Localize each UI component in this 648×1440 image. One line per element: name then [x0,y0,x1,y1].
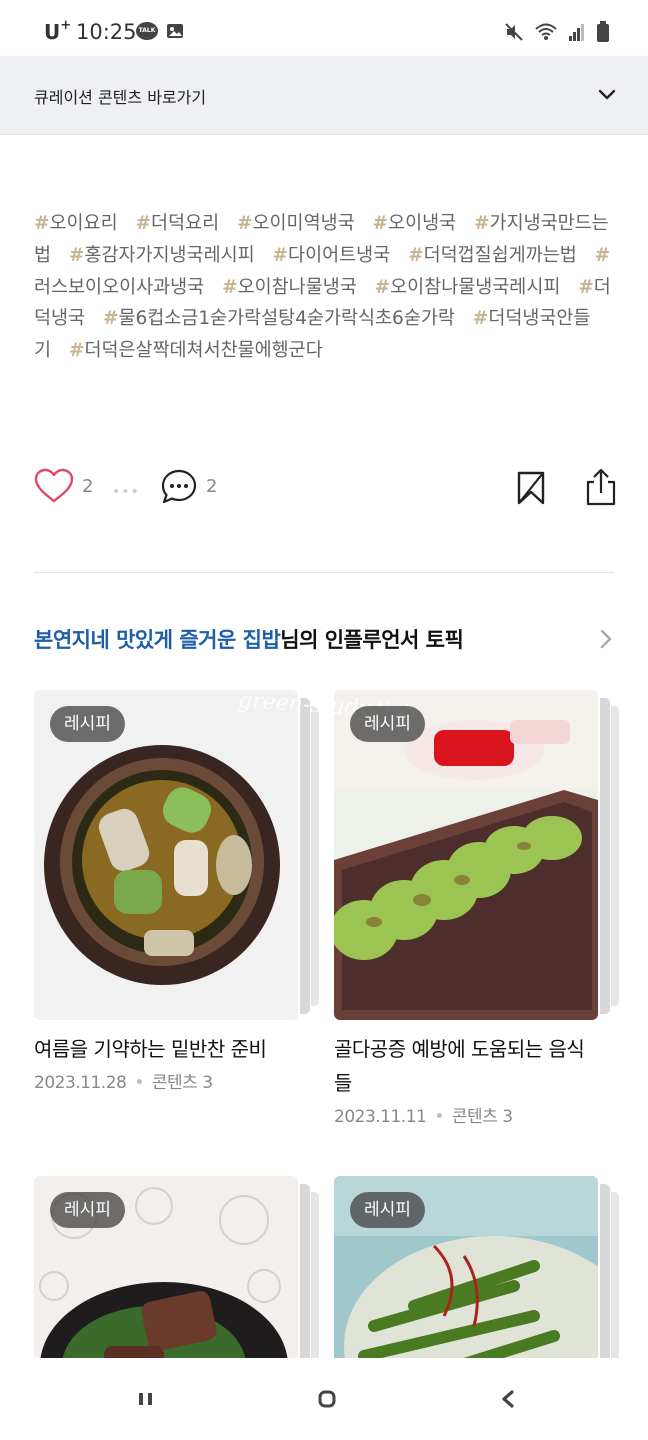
hashtag-label: 오이참나물냉국레시피 [390,276,561,298]
bookmark-icon[interactable] [516,470,546,506]
hash-symbol: # [135,213,152,234]
comment-icon[interactable] [160,468,198,506]
card-meta: 2023.11.28 • 콘텐츠 3 [34,1073,213,1093]
card-stack-layer [311,1192,319,1358]
card-title: 여름을 기약하는 밑반찬 준비 2023.11.28 • 콘텐츠 3 [34,1032,300,1100]
recipe-badge: 레시피 [350,706,425,742]
hashtag-link[interactable]: #물6컵소금1숟가락설탕4숟가락식초6숟가락 [103,308,455,329]
hashtag-link[interactable]: #더덕요리 [136,213,220,234]
hashtag-label: 오이참나물냉국 [237,276,357,298]
hashtag-link[interactable]: #오이냉국 [373,213,457,234]
hash-symbol: # [68,244,85,266]
hash-symbol: # [408,244,424,266]
section-divider [34,572,614,573]
comment-count: 2 [206,476,218,497]
card-date: 2023.11.11 [334,1107,427,1127]
hash-symbol: # [374,276,391,298]
card-stack-layer [311,706,319,1006]
home-icon[interactable] [316,1388,338,1410]
recipe-badge: 레시피 [50,706,125,742]
post-actions: 2 ••• 2 [0,466,648,510]
hashtag-label: 오이요리 [49,213,118,234]
hashtag-list: #오이요리 #더덕요리 #오이미역냉국 #오이냉국 #가지냉국만드는법 #홍감자… [34,208,618,367]
card-stack-layer [300,1184,310,1358]
hash-symbol: # [472,308,489,330]
back-icon[interactable] [498,1388,518,1410]
hashtag-label: 오이냉국 [388,213,457,234]
mute-icon [505,23,523,41]
hash-symbol: # [237,213,253,234]
card-stack-layer [611,706,619,1006]
chevron-right-icon[interactable] [596,628,616,650]
hashtag-link[interactable]: #오이미역냉국 [237,213,355,234]
hashtag-link[interactable]: #오이요리 [34,213,118,234]
card-stack-layer [611,1192,619,1358]
signal-icon [569,24,584,41]
like-count: 2 [82,476,94,497]
clock: 10:25 [76,20,137,44]
card-title: 골다공증 예방에 도움되는 음식들 2023.11.11 • 콘텐츠 3 [334,1032,600,1134]
card-stack-layer [600,1184,610,1358]
status-bar: U+ 10:25 TALK [0,0,648,56]
carrier-label: U+ [44,18,72,44]
chevron-down-icon[interactable] [598,86,616,104]
hashtag-label: 홍감자가지냉국레시피 [84,244,255,266]
hashtag-label: 오이미역냉국 [252,213,355,234]
hash-symbol: # [34,213,50,234]
card-meta: 2023.11.11 • 콘텐츠 3 [334,1107,513,1127]
kakaotalk-icon: TALK [136,22,158,40]
topic-card[interactable]: 레시피 [34,1176,320,1358]
card-stack-layer [600,698,610,1014]
topic-suffix: 님의 인플루언서 토픽 [280,628,464,652]
hash-symbol: # [272,244,289,266]
card-content-count: 콘텐츠 3 [151,1073,213,1093]
topic-card[interactable]: 레시피 [334,1176,620,1358]
hashtag-link[interactable]: #오이참나물냉국 [222,277,357,298]
hash-symbol: # [102,308,119,330]
wifi-icon [535,23,557,40]
blog-name-link[interactable]: 본연지네 맛있게 즐거운 집밥 [34,628,281,652]
card-stack-layer [300,698,310,1014]
heart-icon[interactable] [34,468,74,504]
hashtag-label: 더덕껍질쉽게까는법 [423,244,577,266]
hashtag-link[interactable]: #다이어트냉국 [273,245,391,266]
hashtag-label: 물6컵소금1숟가락설탕4숟가락식초6숟가락 [118,308,455,330]
hashtag-link[interactable]: #홍감자가지냉국레시피 [69,245,255,266]
hashtag-link[interactable]: #더덕껍질쉽게까는법 [408,245,577,266]
hash-symbol: # [222,276,238,298]
hashtag-link[interactable]: #더덕은살짝데쳐서찬물에헹군다 [69,340,323,361]
influencer-topic-heading[interactable]: 본연지네 맛있게 즐거운 집밥님의 인플루언서 토픽 [34,624,464,654]
share-icon[interactable] [584,468,618,506]
recent-apps-icon[interactable] [136,1388,156,1410]
hash-symbol: # [578,276,594,298]
curation-label: 큐레이션 콘텐츠 바로가기 [34,88,207,107]
hash-symbol: # [68,340,85,362]
hashtag-label: 더덕요리 [151,213,220,234]
recipe-badge: 레시피 [50,1192,125,1228]
status-icons [504,20,610,44]
gallery-icon [167,24,183,38]
more-dots[interactable]: ••• [112,484,140,500]
card-content-count: 콘텐츠 3 [451,1107,513,1127]
hashtag-label: 다이어트냉국 [288,244,391,266]
recipe-badge: 레시피 [350,1192,425,1228]
system-navigation-bar [0,1358,648,1440]
battery-icon [597,21,609,42]
hashtag-label: 더덕은살짝데쳐서찬물에헹군다 [84,340,323,362]
curation-shortcut-bar[interactable]: 큐레이션 콘텐츠 바로가기 [0,56,648,135]
card-date: 2023.11.28 [34,1073,127,1093]
hash-symbol: # [594,244,611,266]
hashtag-label: 러스보이오이사과냉국 [34,276,205,298]
hash-symbol: # [372,213,389,234]
hash-symbol: # [474,213,490,234]
hashtag-link[interactable]: #오이참나물냉국레시피 [375,277,561,298]
